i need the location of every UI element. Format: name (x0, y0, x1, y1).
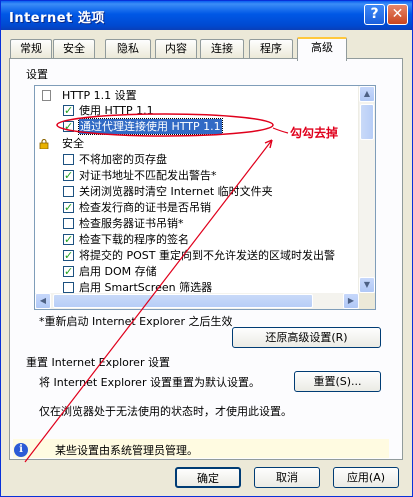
restore-advanced-button[interactable]: 还原高级设置(R) (232, 327, 381, 348)
ok-button[interactable]: 确定 (175, 467, 241, 488)
horizontal-scroll-thumb[interactable] (53, 294, 313, 308)
apply-button[interactable]: 应用(A) (333, 467, 399, 488)
checkbox-dont-save-encrypted[interactable] (63, 154, 74, 165)
close-button[interactable]: ✕ (387, 4, 408, 25)
scroll-down-icon[interactable]: ▼ (359, 277, 375, 293)
checkbox-cert-mismatch[interactable] (63, 168, 74, 183)
list-item-server-revocation[interactable]: 检查服务器证书吊销* (35, 216, 355, 232)
checkbox-server-revocation[interactable] (63, 218, 74, 229)
list-item-use-http11[interactable]: 使用 HTTP 1.1 (35, 103, 355, 119)
list-item-download-signatures[interactable]: 检查下载的程序的签名 (35, 232, 355, 248)
scroll-up-icon[interactable]: ▲ (359, 86, 375, 102)
checkbox-use-http11[interactable] (63, 103, 74, 118)
settings-listbox[interactable]: HTTP 1.1 设置 使用 HTTP 1.1 通过代理连接使用 HTTP 1.… (34, 85, 376, 310)
internet-options-dialog: Internet 选项 ? ✕ 常规 安全 隐私 内容 连接 程序 高级 设置 … (0, 0, 413, 497)
checkbox-dom-storage[interactable] (63, 264, 74, 279)
scroll-left-icon[interactable]: ◀ (35, 293, 51, 309)
list-item-dont-save-encrypted[interactable]: 不将加密的页存盘 (35, 152, 355, 168)
help-button[interactable]: ? (364, 4, 385, 25)
list-item-publisher-revocation[interactable]: 检查发行商的证书是否吊销 (35, 200, 355, 216)
list-item-http11-group: HTTP 1.1 设置 (35, 88, 355, 104)
checkbox-post-redirect[interactable] (63, 248, 74, 263)
horizontal-scrollbar[interactable]: ◀ ▶ (35, 293, 359, 309)
info-icon: i (14, 443, 28, 457)
list-item-post-redirect[interactable]: 将提交的 POST 重定向到不允许发送的区域时发出警 (35, 248, 355, 264)
scroll-corner (359, 293, 375, 309)
list-item-cert-mismatch[interactable]: 对证书地址不匹配发出警告* (35, 168, 355, 184)
tab-programs[interactable]: 程序 (249, 39, 293, 58)
checkbox-publisher-revocation[interactable] (63, 200, 74, 215)
settings-label: 设置 (26, 68, 48, 81)
checkbox-http11-proxy[interactable] (63, 119, 74, 134)
list-item-smartscreen[interactable]: 启用 SmartScreen 筛选器 (35, 280, 355, 293)
reset-button[interactable]: 重置(S)... (294, 371, 381, 392)
tab-privacy[interactable]: 隐私 (105, 39, 151, 58)
annotation-text: 勾勾去掉 (290, 126, 339, 140)
tab-content[interactable]: 内容 (155, 39, 197, 58)
title-bar[interactable]: Internet 选项 ? ✕ (1, 1, 412, 30)
page-icon (42, 90, 51, 101)
reset-note: 仅在浏览器处于无法使用的状态时，才使用此设置。 (39, 405, 292, 418)
restart-note: *重新启动 Internet Explorer 之后生效 (39, 315, 233, 328)
tab-connections[interactable]: 连接 (200, 39, 244, 58)
vertical-scrollbar[interactable]: ▲ ▼ (358, 86, 375, 293)
cancel-button[interactable]: 取消 (254, 467, 320, 488)
admin-note: 某些设置由系统管理员管理。 (55, 444, 198, 457)
list-item-dom-storage[interactable]: 启用 DOM 存储 (35, 264, 355, 280)
reset-section-title: 重置 Internet Explorer 设置 (26, 356, 170, 369)
checkbox-empty-temp[interactable] (63, 186, 74, 197)
checkbox-smartscreen[interactable] (63, 282, 74, 293)
tab-advanced[interactable]: 高级 (297, 37, 347, 61)
scroll-right-icon[interactable]: ▶ (343, 293, 359, 309)
list-item-empty-temp[interactable]: 关闭浏览器时清空 Internet 临时文件夹 (35, 184, 355, 200)
reset-description: 将 Internet Explorer 设置重置为默认设置。 (39, 376, 260, 389)
lock-icon (39, 139, 49, 149)
vertical-scroll-thumb[interactable] (360, 104, 374, 140)
tab-security[interactable]: 安全 (53, 39, 95, 58)
window-title: Internet 选项 (9, 11, 105, 26)
tab-general[interactable]: 常规 (10, 39, 52, 58)
checkbox-download-signatures[interactable] (63, 232, 74, 247)
